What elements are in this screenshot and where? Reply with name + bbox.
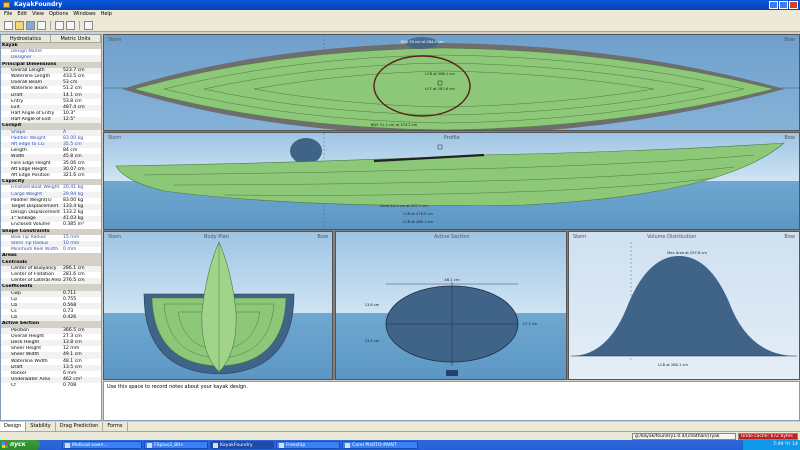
new-file-icon[interactable]	[4, 21, 13, 30]
tab-design[interactable]: Design	[0, 422, 27, 431]
task-label: Corel PHOTO-PAINT	[352, 443, 397, 448]
profile-marker-icon	[437, 144, 443, 150]
task-label: KayakFoundry	[220, 443, 253, 448]
help-cursor-icon[interactable]	[84, 21, 93, 30]
app-icon	[65, 443, 70, 448]
volume-max-annotation: Max Area at 297.8 cm	[667, 251, 707, 255]
profile-hull	[115, 142, 785, 207]
save-icon[interactable]	[26, 21, 35, 30]
menu-options[interactable]: Options	[49, 11, 68, 18]
property-name: Cf	[11, 383, 16, 389]
status-undo-cache: Undo cache: 672 bytes	[738, 433, 798, 440]
notes-text: Use this space to record notes about you…	[107, 384, 248, 390]
task-label: FSplus3_80+	[154, 443, 184, 448]
task-button[interactable]: Мобсой комп...	[62, 441, 142, 449]
section-width-annotation: 48.1 cm	[444, 277, 460, 282]
print-icon[interactable]	[37, 21, 46, 30]
plan-view[interactable]: Stern Bow BOA 53 cm at 284.4 cm LCB at 2…	[103, 34, 800, 131]
task-button[interactable]: Freeship	[276, 441, 340, 449]
start-button[interactable]: пуск	[0, 440, 40, 450]
open-folder-icon[interactable]	[15, 21, 24, 30]
menu-edit[interactable]: Edit	[17, 11, 27, 18]
active-section-view[interactable]: Active Section 48.1 cm 13.8 cm 13.5 cm 2…	[335, 231, 567, 380]
hydrostatics-tabs: Hydrostatics Metric Units	[1, 35, 101, 43]
body-plan-canvas	[143, 241, 295, 375]
task-label: Freeship	[286, 443, 306, 448]
tab-forms[interactable]: Forms	[103, 422, 128, 431]
plan-view-canvas: BOA 53 cm at 284.4 cm LCB at 286.1 cm LC…	[104, 35, 799, 130]
plan-boa-annotation: BOA 53 cm at 284.4 cm	[401, 40, 444, 44]
design-views: Stern Bow BOA 53 cm at 284.4 cm LCB at 2…	[103, 34, 800, 380]
body-plan-view[interactable]: Stern Body Plan Bow	[103, 231, 333, 380]
profile-lcb-annotation: LCB at 286.1 cm	[403, 220, 433, 224]
undo-icon[interactable]	[55, 21, 64, 30]
menu-bar: File Edit View Options Windows Help	[0, 10, 800, 18]
volume-distribution-view[interactable]: Stern Volume Distribution Bow Max Area a…	[568, 231, 800, 380]
section-nav-arrows-icon[interactable]	[446, 370, 458, 376]
property-value: 0.708	[63, 383, 77, 389]
app-icon	[147, 443, 152, 448]
status-file-path: g:/kayak/foundry1.0.4/[chathan/]Tyak	[632, 433, 736, 440]
menu-file[interactable]: File	[4, 11, 12, 18]
paddler-head-marker	[290, 138, 322, 164]
task-button[interactable]: Corel PHOTO-PAINT	[342, 441, 418, 449]
property-row[interactable]: Cf 0.708	[1, 383, 101, 389]
section-height-annotation: 27.3 cm	[523, 322, 538, 326]
tab-hydrostatics[interactable]: Hydrostatics	[1, 35, 51, 42]
title-bar: KayakFoundry	[0, 0, 800, 10]
app-icon	[345, 443, 350, 448]
section-draft-annotation: 13.5 cm	[365, 339, 380, 343]
profile-clr-annotation: CLR at 276.5 cm	[403, 212, 433, 216]
system-tray: 7:49 Чт 14	[742, 440, 800, 450]
plan-lcb-annotation: LCB at 286.1 cm	[425, 72, 455, 76]
windows-logo-icon	[2, 442, 8, 448]
toolbar-separator	[79, 21, 80, 30]
menu-windows[interactable]: Windows	[73, 11, 95, 18]
redo-icon[interactable]	[66, 21, 75, 30]
window-title: KayakFoundry	[14, 1, 63, 8]
bottom-tabs: Design Stability Drag Prediction Forms	[0, 422, 800, 431]
minimize-button[interactable]	[769, 1, 778, 9]
toolbar	[0, 18, 800, 32]
volume-lcb-annotation: LCB at 286.1 cm	[658, 363, 688, 367]
volume-distribution-canvas: Max Area at 297.8 cm LCB at 286.1 cm	[571, 242, 797, 367]
section-deck-height-annotation: 13.8 cm	[365, 303, 380, 307]
close-button[interactable]	[789, 1, 798, 9]
plan-lcf-annotation: LCF at 281.6 cm	[425, 87, 455, 91]
tab-metric-units[interactable]: Metric Units	[51, 35, 101, 42]
task-button[interactable]: FSplus3_80+	[144, 441, 208, 449]
app-icon	[279, 443, 284, 448]
clock: 7:49 Чт 14	[773, 442, 798, 447]
profile-view[interactable]: Stern Profile Bow Draft 14.1 cm at 297.7…	[103, 132, 800, 230]
task-button-active[interactable]: KayakFoundry	[210, 441, 274, 449]
taskbar: пуск Мобсой комп... FSplus3_80+ KayakFou…	[0, 440, 800, 450]
profile-draft-annotation: Draft 14.1 cm at 297.7 cm	[380, 204, 428, 208]
property-grid: Kayak Design Name Designer Principal Dimens…	[1, 43, 101, 390]
active-section-canvas: 48.1 cm 13.8 cm 13.5 cm 27.3 cm	[365, 277, 538, 376]
toolbar-separator	[50, 21, 51, 30]
volume-curve	[571, 256, 797, 356]
maximize-button[interactable]	[779, 1, 788, 9]
profile-view-canvas: Draft 14.1 cm at 297.7 cm CLR at 276.5 c…	[115, 133, 785, 229]
app-icon	[213, 443, 218, 448]
window-controls	[769, 1, 798, 9]
tab-drag-prediction[interactable]: Drag Prediction	[56, 422, 104, 431]
start-label: пуск	[10, 441, 26, 448]
design-notes[interactable]: Use this space to record notes about you…	[103, 381, 800, 421]
menu-help[interactable]: Help	[101, 11, 112, 18]
plan-bwl-annotation: BWL 51.2 cm at 274.2 cm	[371, 123, 418, 127]
hydrostatics-panel: Hydrostatics Metric Units Kayak Design Na…	[0, 34, 102, 421]
app-icon	[3, 2, 10, 8]
task-label: Мобсой комп...	[72, 443, 108, 448]
status-bar: g:/kayak/foundry1.0.4/[chathan/]Tyak Und…	[0, 431, 800, 440]
menu-view[interactable]: View	[32, 11, 44, 18]
tab-stability[interactable]: Stability	[26, 422, 56, 431]
